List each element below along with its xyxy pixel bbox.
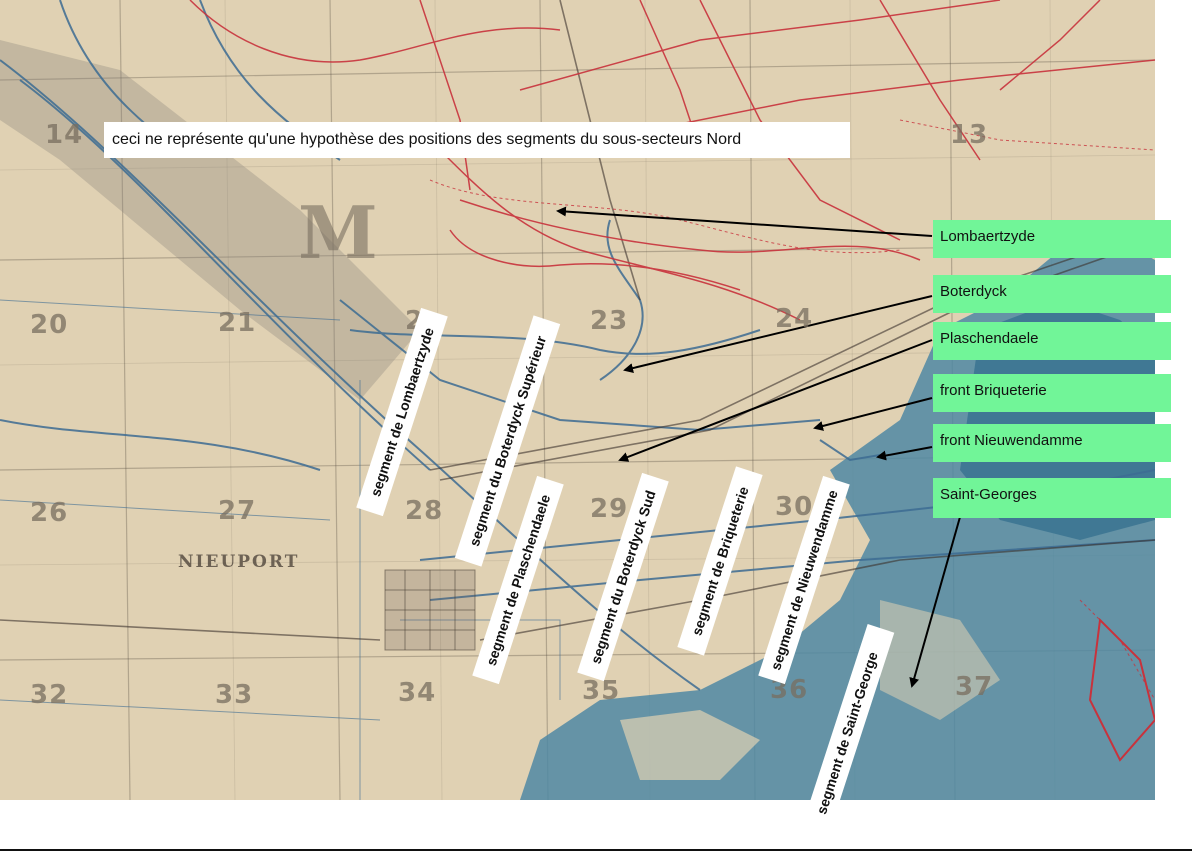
label-boterdyck: Boterdyck: [933, 275, 1171, 313]
label-saint-georges: Saint-Georges: [933, 478, 1171, 518]
grid-number-13: 13: [950, 120, 989, 150]
arrow-lombaertzyde: [556, 206, 933, 237]
grid-number-20: 20: [30, 310, 69, 340]
grid-number-28: 28: [405, 496, 444, 526]
grid-number-27: 27: [218, 496, 257, 526]
grid-number-24: 24: [775, 304, 814, 334]
grid-number-30: 30: [775, 492, 814, 522]
page-divider: [0, 849, 1192, 851]
grid-number-14: 14: [45, 120, 84, 150]
label-front-nieuwendamme: front Nieuwendamme: [933, 424, 1171, 462]
grid-number-23: 23: [590, 306, 629, 336]
grid-number-26: 26: [30, 498, 69, 528]
sheet-letter: M: [298, 190, 378, 275]
grid-number-29: 29: [590, 494, 629, 524]
town-name-nieuport: NIEUPORT: [178, 552, 300, 572]
grid-number-21: 21: [218, 308, 257, 338]
hypothesis-caption: ceci ne représente qu'une hypothèse des …: [104, 122, 850, 158]
grid-number-34: 34: [398, 678, 437, 708]
grid-number-37: 37: [955, 672, 994, 702]
label-front-briqueterie: front Briqueterie: [933, 374, 1171, 412]
label-plaschendaele: Plaschendaele: [933, 322, 1171, 360]
grid-number-33: 33: [215, 680, 254, 710]
grid-number-32: 32: [30, 680, 69, 710]
label-lombaertzyde: Lombaertzyde: [933, 220, 1171, 258]
